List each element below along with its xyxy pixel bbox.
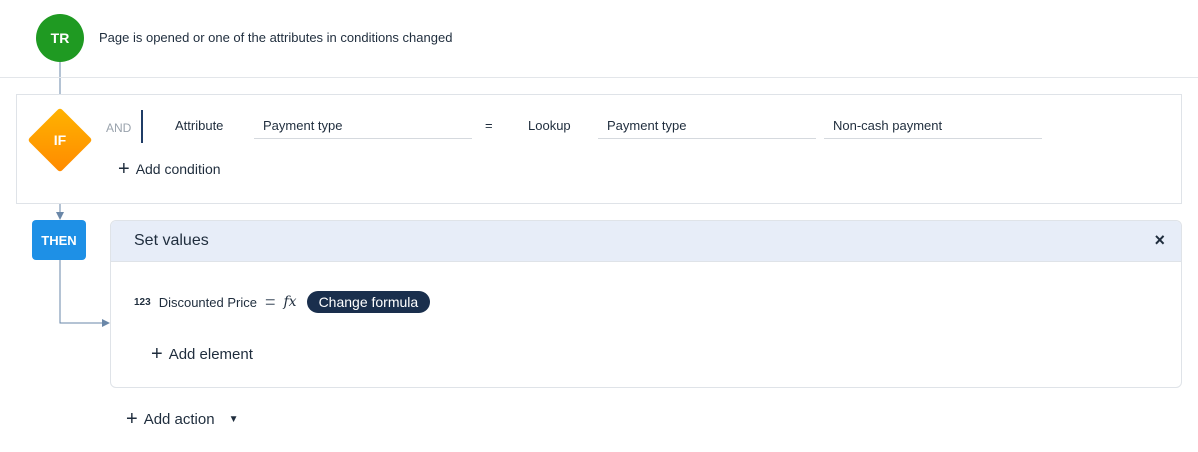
condition-left-type[interactable]: Attribute <box>175 118 223 133</box>
assignment-attribute[interactable]: Discounted Price <box>159 295 257 310</box>
add-element-label: Add element <box>168 345 253 363</box>
close-icon[interactable]: × <box>1154 230 1165 251</box>
plus-icon: + <box>118 158 130 180</box>
add-condition-label: Add condition <box>135 161 221 177</box>
add-action-button[interactable]: + Add action ▼ <box>126 408 239 430</box>
add-element-button[interactable]: + Add element <box>151 343 253 365</box>
condition-comparator[interactable]: = <box>485 118 493 133</box>
change-formula-button[interactable]: Change formula <box>306 291 431 313</box>
number-type-icon: 123 <box>134 296 151 308</box>
condition-value-field[interactable]: Non-cash payment <box>824 109 1042 139</box>
equals-icon: = <box>264 291 276 312</box>
action-header[interactable]: Set values × <box>111 221 1181 262</box>
add-condition-button[interactable]: + Add condition <box>118 158 221 180</box>
condition-left-field[interactable]: Payment type <box>254 109 472 139</box>
caret-down-icon: ▼ <box>228 413 239 425</box>
action-title: Set values <box>134 232 209 249</box>
logical-operator[interactable]: AND <box>106 121 131 135</box>
then-badge: THEN <box>32 220 86 260</box>
trigger-row: TR Page is opened or one of the attribut… <box>0 0 1198 78</box>
condition-badge: IF <box>53 132 67 148</box>
condition-group-bar <box>141 110 143 143</box>
condition-right-type[interactable]: Lookup <box>528 118 571 133</box>
plus-icon: + <box>126 408 138 430</box>
assignment-row: 123 Discounted Price = fx Change formula <box>134 290 431 314</box>
trigger-badge: TR <box>36 14 84 62</box>
trigger-description: Page is opened or one of the attributes … <box>99 30 453 45</box>
add-action-label: Add action <box>143 410 215 428</box>
formula-icon: fx <box>283 294 297 310</box>
condition-lookup-field[interactable]: Payment type <box>598 109 816 139</box>
plus-icon: + <box>151 343 163 365</box>
